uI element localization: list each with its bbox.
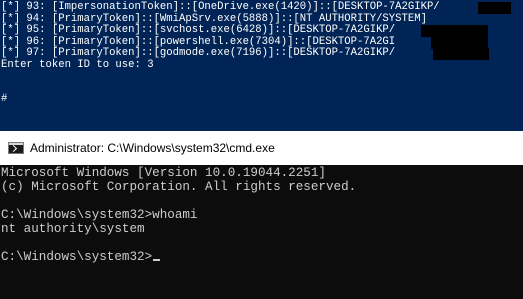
text-cursor [153, 259, 161, 261]
whoami-output-line: nt authority\system [1, 222, 145, 236]
cmd-titlebar[interactable]: Administrator: C:\Windows\system32\cmd.e… [0, 131, 523, 165]
command-prompt-line[interactable]: C:\Windows\system32> [1, 250, 523, 264]
redaction-box [421, 25, 488, 37]
whoami-command-line: C:\Windows\system32>whoami [1, 208, 198, 222]
token-line-text: [*] 93: [ImpersonationToken]::[OneDrive.… [1, 1, 440, 13]
cmd-icon [8, 142, 24, 154]
version-line: Microsoft Windows [Version 10.0.19044.22… [1, 166, 326, 180]
window-title: Administrator: C:\Windows\system32\cmd.e… [30, 141, 275, 155]
prompt-text: C:\Windows\system32> [1, 250, 153, 264]
token-line-text: [*] 94: [PrimaryToken]::[WmiApSrv.exe(58… [1, 12, 427, 25]
hash-prompt: # [1, 93, 523, 106]
token-prompt-text: Enter token ID to use: 3 [1, 58, 154, 71]
hash-prompt-text: # [1, 93, 8, 105]
cmd-console[interactable]: Microsoft Windows [Version 10.0.19044.22… [0, 165, 523, 299]
redaction-box [478, 2, 511, 14]
redaction-box [431, 36, 488, 49]
token-prompt: Enter token ID to use: 3 [1, 58, 523, 72]
redaction-box [433, 48, 489, 60]
token-line-text: [*] 96: [PrimaryToken]::[powershell.exe(… [1, 35, 396, 48]
powershell-console[interactable]: [*] 93: [ImpersonationToken]::[OneDrive.… [0, 0, 523, 131]
token-line-text: [*] 97: [PrimaryToken]::[godmode.exe(719… [1, 47, 396, 59]
token-line-text: [*] 95: [PrimaryToken]::[svchost.exe(642… [1, 24, 396, 36]
copyright-line: (c) Microsoft Corporation. All rights re… [1, 180, 357, 194]
